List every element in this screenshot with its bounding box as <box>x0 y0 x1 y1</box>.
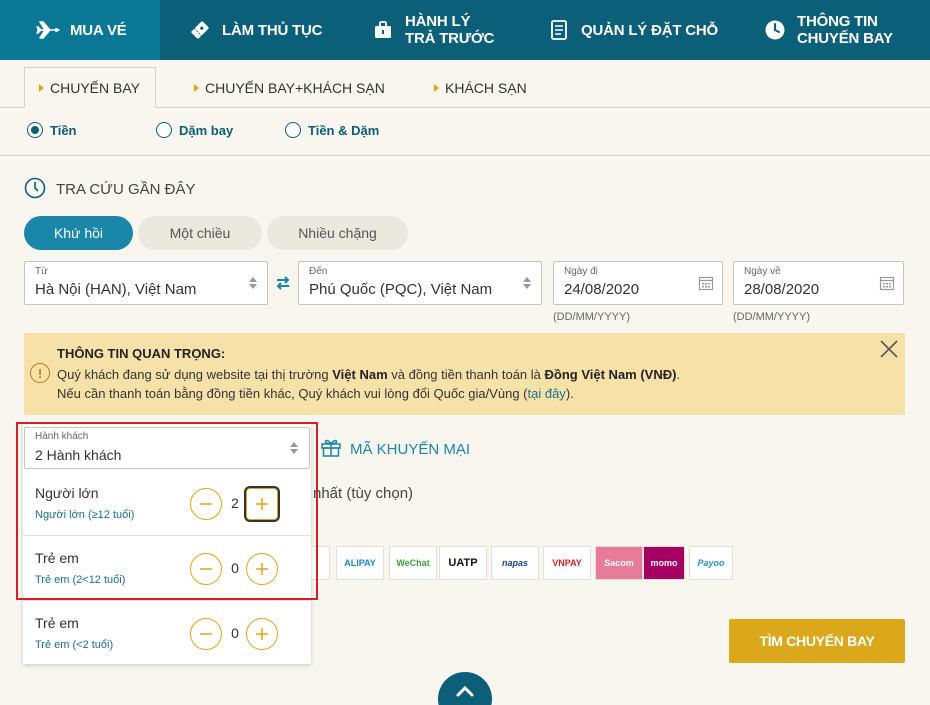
nav-buy-ticket[interactable]: MUA VÉ <box>0 0 160 60</box>
radio-circle <box>156 122 172 138</box>
napas-logo: napas <box>491 546 539 580</box>
depart-date-field[interactable]: Ngày đi 24/08/2020 <box>553 261 723 305</box>
chevron-up-icon <box>456 685 474 697</box>
depart-value: 24/08/2020 <box>564 281 640 298</box>
radio-money-label: Tiền <box>50 122 77 138</box>
depart-date-hint: (DD/MM/YYYY) <box>553 311 630 323</box>
tab-flight-label: CHUYẾN BAY <box>50 79 140 96</box>
plane-icon <box>36 18 60 42</box>
nav-baggage-line2: TRẢ TRƯỚC <box>405 30 495 47</box>
trip-one-way[interactable]: Một chiều <box>138 216 262 250</box>
plus-icon <box>256 628 268 640</box>
nav-flight-info-line2: CHUYẾN BAY <box>797 30 893 47</box>
radio-money-miles-label: Tiền & Dặm <box>308 122 380 138</box>
nav-flight-info[interactable]: THÔNG TIN CHUYẾN BAY <box>739 0 930 60</box>
highlight-annotation-box <box>16 422 318 600</box>
promo-code-label: MÃ KHUYẾN MẠI <box>350 440 471 458</box>
nav-buy-ticket-label: MUA VÉ <box>70 21 127 39</box>
product-tabs: CHUYẾN BAY CHUYẾN BAY+KHÁCH SẠN KHÁCH SẠ… <box>0 60 930 108</box>
notice-line-1: Quý khách đang sử dụng website tại thị t… <box>57 367 681 382</box>
clock-icon <box>763 18 787 42</box>
warning-icon: ! <box>30 363 50 383</box>
calendar-icon <box>698 275 714 296</box>
swap-icon[interactable] <box>275 275 291 296</box>
radio-money[interactable]: Tiền <box>27 122 77 138</box>
updown-arrows-icon <box>523 277 531 289</box>
promo-code-link[interactable]: MÃ KHUYẾN MẠI <box>320 436 470 462</box>
tab-flight-hotel-label: CHUYẾN BAY+KHÁCH SẠN <box>205 79 385 96</box>
booking-icon <box>547 18 571 42</box>
change-region-link[interactable]: tại đây <box>528 386 566 401</box>
radio-money-miles[interactable]: Tiền & Dặm <box>285 122 379 138</box>
nav-checkin[interactable]: LÀM THỦ TỤC <box>160 0 350 60</box>
tab-hotel-label: KHÁCH SẠN <box>445 79 527 96</box>
depart-label: Ngày đi <box>564 266 598 277</box>
divider <box>0 155 930 156</box>
top-nav: MUA VÉ LÀM THỦ TỤC HÀNH LÝ TRẢ TRƯỚC QUẢN… <box>0 0 930 60</box>
tab-flight[interactable]: CHUYẾN BAY <box>24 67 156 108</box>
passenger-count: 0 <box>231 625 239 641</box>
wechat-pay-logo: WeChat <box>389 546 437 580</box>
recent-search-link[interactable]: TRA CỨU GẦN ĐÂY <box>24 175 196 203</box>
minus-icon <box>200 633 212 635</box>
momo-logo: momo <box>643 546 685 580</box>
return-value: 28/08/2020 <box>744 281 820 298</box>
radio-circle <box>285 122 301 138</box>
from-label: Từ <box>35 266 48 277</box>
search-flights-button[interactable]: TÌM CHUYẾN BAY <box>729 619 905 663</box>
ticket-icon <box>188 18 212 42</box>
notice-line-2: Nếu cần thanh toán bằng đồng tiền khác, … <box>57 386 574 401</box>
passenger-row-infant: Trẻ em Trẻ em (<2 tuổi) 0 <box>23 601 311 665</box>
alipay-logo: ALIPAY <box>336 546 384 580</box>
return-date-hint: (DD/MM/YYYY) <box>733 311 810 323</box>
caret-right-icon <box>194 83 199 92</box>
updown-arrows-icon <box>249 277 257 289</box>
payment-type-group: Tiền Dặm bay Tiền & Dặm <box>0 118 930 152</box>
from-value: Hà Nội (HAN), Việt Nam <box>35 281 197 298</box>
scroll-to-top-button[interactable] <box>438 672 492 705</box>
radio-miles-label: Dặm bay <box>179 122 234 138</box>
nav-prepaid-baggage[interactable]: HÀNH LÝ TRẢ TRƯỚC <box>350 0 517 60</box>
passenger-type-desc: Trẻ em (<2 tuổi) <box>35 639 114 651</box>
cheapest-fare-label: nhất (tùy chọn) <box>313 485 414 502</box>
radio-miles[interactable]: Dặm bay <box>156 122 233 138</box>
return-date-field[interactable]: Ngày về 28/08/2020 <box>733 261 904 305</box>
gift-icon <box>320 436 342 462</box>
payoo-logo: Payoo <box>689 546 733 580</box>
increment-button[interactable] <box>246 618 278 650</box>
return-label: Ngày về <box>744 266 781 277</box>
notice-title: THÔNG TIN QUAN TRỌNG: <box>57 346 226 361</box>
sacombank-logo: Sacom <box>595 546 643 580</box>
tab-hotel[interactable]: KHÁCH SẠN <box>434 67 527 108</box>
nav-manage-booking[interactable]: QUẢN LÝ ĐẶT CHỖ <box>517 0 739 60</box>
decrement-button[interactable] <box>190 618 222 650</box>
vnpay-logo: VNPAY <box>543 546 591 580</box>
caret-right-icon <box>434 83 439 92</box>
to-label: Đến <box>309 266 328 277</box>
important-notice: ! THÔNG TIN QUAN TRỌNG: Quý khách đang s… <box>24 333 905 415</box>
calendar-icon <box>879 275 895 296</box>
to-value: Phú Quốc (PQC), Việt Nam <box>309 281 493 298</box>
uatp-logo: UATP <box>439 546 487 580</box>
passenger-type-name: Trẻ em <box>35 615 79 631</box>
nav-manage-booking-label: QUẢN LÝ ĐẶT CHỖ <box>581 21 718 39</box>
nav-flight-info-line1: THÔNG TIN <box>797 13 878 30</box>
trip-round-trip[interactable]: Khứ hồi <box>24 216 133 250</box>
history-clock-icon <box>24 175 46 203</box>
caret-right-icon <box>39 83 44 92</box>
to-field[interactable]: Đến Phú Quốc (PQC), Việt Nam <box>298 261 542 305</box>
recent-search-label: TRA CỨU GẦN ĐÂY <box>56 180 196 198</box>
close-icon[interactable] <box>879 339 899 364</box>
trip-multi-city[interactable]: Nhiều chặng <box>267 216 408 250</box>
tab-flight-hotel[interactable]: CHUYẾN BAY+KHÁCH SẠN <box>194 67 385 108</box>
nav-checkin-label: LÀM THỦ TỤC <box>222 21 323 39</box>
luggage-icon <box>371 18 395 42</box>
radio-circle <box>27 122 43 138</box>
from-field[interactable]: Từ Hà Nội (HAN), Việt Nam <box>24 261 268 305</box>
nav-baggage-line1: HÀNH LÝ <box>405 13 471 30</box>
